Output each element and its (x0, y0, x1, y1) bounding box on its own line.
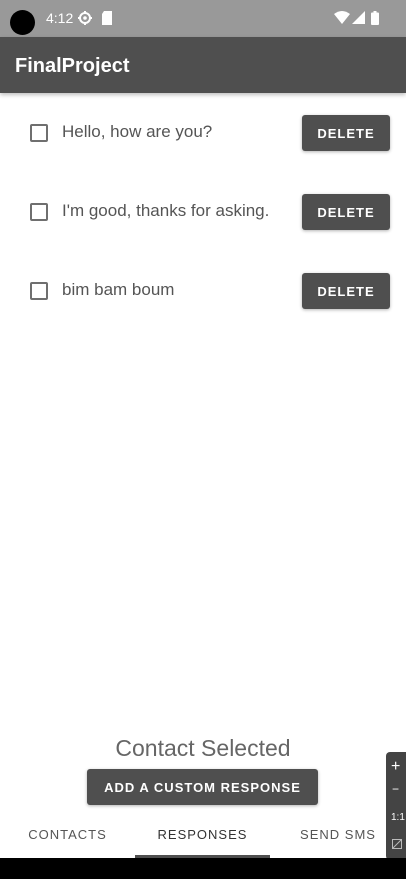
delete-button[interactable]: DELETE (302, 194, 390, 230)
contact-selected-label: Contact Selected (115, 735, 291, 761)
response-row: I'm good, thanks for asking. DELETE (0, 194, 406, 230)
app-title: FinalProject (15, 55, 130, 77)
zoom-control-panel: + − 1:1 (386, 752, 406, 860)
response-text: bim bam boum (62, 280, 175, 299)
status-time: 4:12 (46, 10, 74, 26)
status-bar: 4:12 (0, 0, 406, 37)
delete-button[interactable]: DELETE (302, 115, 390, 151)
wifi-icon (334, 11, 350, 29)
zoom-in-icon[interactable]: + (391, 758, 400, 776)
system-navigation-bar (0, 858, 406, 879)
response-text: Hello, how are you? (62, 122, 213, 141)
delete-button[interactable]: DELETE (302, 273, 390, 309)
response-checkbox[interactable] (30, 203, 48, 221)
response-row: Hello, how are you? DELETE (0, 115, 406, 151)
response-checkbox[interactable] (30, 124, 48, 142)
cell-signal-icon (352, 11, 365, 29)
sd-card-icon (101, 11, 113, 30)
tab-contacts[interactable]: CONTACTS (0, 826, 135, 858)
add-custom-response-button[interactable]: ADD A CUSTOM RESPONSE (87, 769, 318, 805)
battery-icon (371, 11, 379, 30)
camera-cutout (10, 10, 35, 35)
zoom-ratio-label[interactable]: 1:1 (391, 812, 405, 823)
fit-screen-icon[interactable] (392, 838, 402, 852)
response-checkbox[interactable] (30, 282, 48, 300)
tab-responses[interactable]: RESPONSES (135, 826, 270, 858)
response-text: I'm good, thanks for asking. (62, 201, 270, 220)
response-row: bim bam boum DELETE (0, 273, 406, 309)
settings-gear-icon (78, 11, 92, 30)
zoom-out-icon[interactable]: − (392, 782, 399, 796)
app-bar: FinalProject (0, 37, 406, 93)
